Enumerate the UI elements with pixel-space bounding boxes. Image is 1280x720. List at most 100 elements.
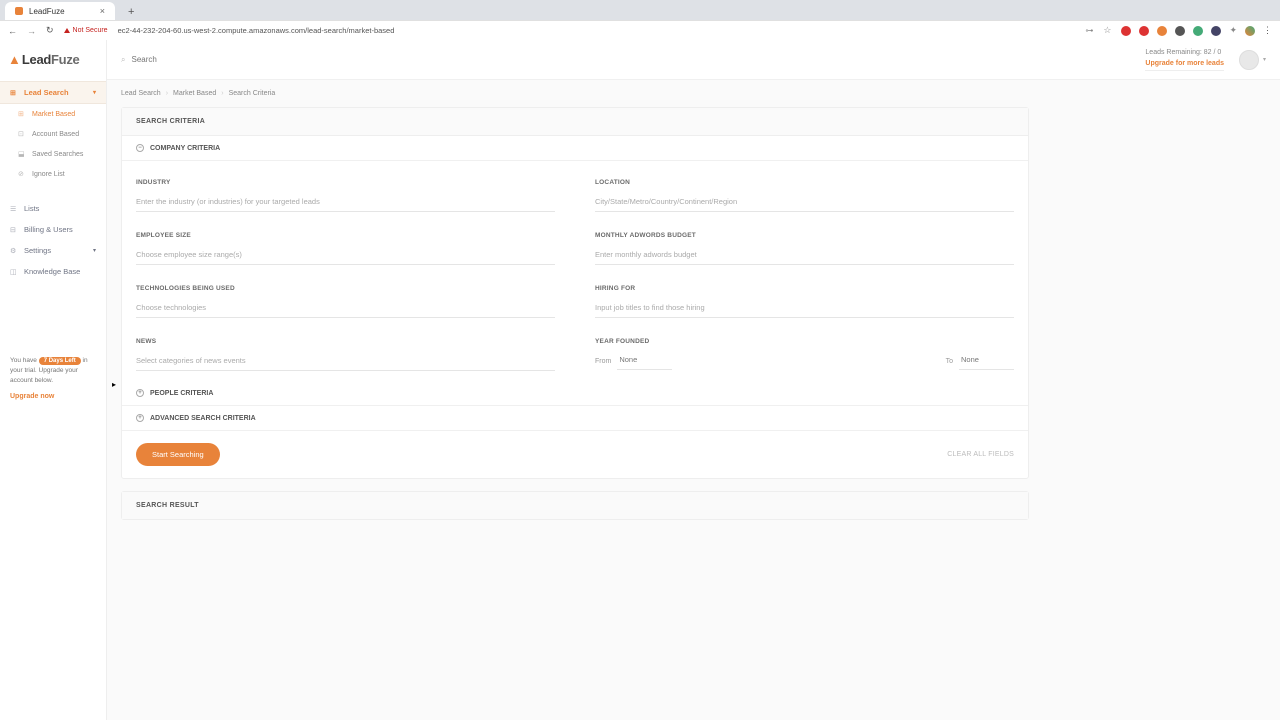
ext-icon[interactable] <box>1193 26 1203 36</box>
ext-icon[interactable] <box>1175 26 1185 36</box>
section-company-criteria[interactable]: − COMPANY CRITERIA <box>122 136 1028 161</box>
tab-close-icon[interactable]: × <box>100 6 105 16</box>
sidebar-item-billing[interactable]: ⊟ Billing & Users <box>0 219 106 240</box>
ignore-icon: ⊘ <box>18 170 26 178</box>
field-hiring: HIRING FOR <box>595 285 1014 318</box>
sidebar-item-saved-searches[interactable]: ⬓ Saved Searches <box>0 144 106 164</box>
sidebar-item-knowledge[interactable]: ◫ Knowledge Base <box>0 261 106 282</box>
breadcrumb-item[interactable]: Market Based <box>173 90 216 97</box>
leads-remaining: Leads Remaining: 82 / 0 Upgrade for more… <box>1145 49 1224 71</box>
save-icon: ⬓ <box>18 150 26 158</box>
ext-icon[interactable] <box>1121 26 1131 36</box>
chevron-right-icon: › <box>221 90 223 97</box>
sidebar: ▲ LeadFuze ⊞ Lead Search ▾ ⊞ Market Base… <box>0 40 107 720</box>
top-bar: ⌕ Leads Remaining: 82 / 0 Upgrade for mo… <box>107 40 1280 80</box>
breadcrumb: Lead Search › Market Based › Search Crit… <box>121 90 1266 97</box>
forward-button[interactable]: → <box>27 26 36 36</box>
search-input[interactable] <box>131 55 1145 64</box>
field-adwords: MONTHLY ADWORDS BUDGET <box>595 232 1014 265</box>
upgrade-now-link[interactable]: Upgrade now <box>10 392 96 403</box>
billing-icon: ⊟ <box>10 226 18 234</box>
year-to-select[interactable]: None <box>959 353 1014 370</box>
global-search: ⌕ <box>121 55 1145 65</box>
key-icon[interactable]: ⊶ <box>1085 26 1093 35</box>
extensions-icon[interactable]: ✦ <box>1229 25 1237 36</box>
reload-button[interactable]: ↻ <box>46 25 54 36</box>
panel-title: SEARCH RESULT <box>122 492 1028 519</box>
industry-input[interactable] <box>136 194 555 212</box>
search-result-panel: SEARCH RESULT <box>121 491 1029 520</box>
menu-icon[interactable]: ⋮ <box>1263 25 1272 36</box>
search-icon: ⊞ <box>10 89 18 97</box>
back-button[interactable]: ← <box>8 26 17 36</box>
market-icon: ⊞ <box>18 110 26 118</box>
new-tab-button[interactable]: + <box>123 4 139 20</box>
logo[interactable]: ▲ LeadFuze <box>0 40 106 77</box>
ext-icon[interactable] <box>1157 26 1167 36</box>
news-input[interactable] <box>136 353 555 371</box>
lists-icon: ☰ <box>10 205 18 213</box>
user-menu[interactable]: ▾ <box>1239 50 1266 70</box>
gear-icon: ⚙ <box>10 247 18 255</box>
adwords-input[interactable] <box>595 247 1014 265</box>
chevron-down-icon: ▾ <box>93 247 96 254</box>
url-field[interactable]: ec2-44-232-204-60.us-west-2.compute.amaz… <box>118 26 1076 35</box>
app-shell: ▲ LeadFuze ⊞ Lead Search ▾ ⊞ Market Base… <box>0 40 1280 720</box>
field-industry: INDUSTRY <box>136 179 555 212</box>
sidebar-item-settings[interactable]: ⚙ Settings ▾ <box>0 240 106 261</box>
section-advanced-criteria[interactable]: + ADVANCED SEARCH CRITERIA <box>122 406 1028 430</box>
panel-title: SEARCH CRITERIA <box>122 108 1028 136</box>
book-icon: ◫ <box>10 268 18 276</box>
favicon <box>15 7 23 15</box>
ext-icon[interactable] <box>1211 26 1221 36</box>
collapse-icon: − <box>136 144 144 152</box>
warning-icon <box>64 28 70 33</box>
browser-tab[interactable]: LeadFuze × <box>5 2 115 20</box>
trial-notice: You have 7 Days Left in your trial. Upgr… <box>0 348 106 410</box>
field-location: LOCATION <box>595 179 1014 212</box>
section-people-criteria[interactable]: + PEOPLE CRITERIA <box>122 381 1028 406</box>
start-searching-button[interactable]: Start Searching <box>136 443 220 466</box>
chevron-down-icon: ▾ <box>93 89 96 96</box>
sidebar-item-market-based[interactable]: ⊞ Market Based <box>0 104 106 124</box>
field-year-founded: YEAR FOUNDED From None To None <box>595 338 1014 371</box>
sidebar-item-account-based[interactable]: ⊡ Account Based <box>0 124 106 144</box>
tabs-bar: LeadFuze × + <box>0 0 1280 20</box>
cursor-icon: ▸ <box>112 380 116 389</box>
breadcrumb-item[interactable]: Lead Search <box>121 90 161 97</box>
chevron-down-icon: ▾ <box>1263 56 1266 63</box>
field-news: NEWS <box>136 338 555 371</box>
company-criteria-body: INDUSTRY LOCATION EMPLOYEE SIZE MONTHLY … <box>122 161 1028 381</box>
year-from-select[interactable]: None <box>617 353 672 370</box>
clear-all-link[interactable]: CLEAR ALL FIELDS <box>947 451 1014 458</box>
search-criteria-panel: SEARCH CRITERIA − COMPANY CRITERIA INDUS… <box>121 107 1029 479</box>
ext-icon[interactable] <box>1139 26 1149 36</box>
extensions-bar: ✦ ⋮ <box>1121 25 1272 36</box>
location-input[interactable] <box>595 194 1014 212</box>
field-employee-size: EMPLOYEE SIZE <box>136 232 555 265</box>
address-bar: ← → ↻ Not Secure ec2-44-232-204-60.us-we… <box>0 20 1280 40</box>
expand-icon: + <box>136 389 144 397</box>
breadcrumb-item: Search Criteria <box>229 90 276 97</box>
employee-size-input[interactable] <box>136 247 555 265</box>
profile-icon[interactable] <box>1245 26 1255 36</box>
avatar <box>1239 50 1259 70</box>
tab-title: LeadFuze <box>29 7 65 16</box>
actions-row: Start Searching CLEAR ALL FIELDS <box>122 430 1028 478</box>
sidebar-item-ignore-list[interactable]: ⊘ Ignore List <box>0 164 106 184</box>
chevron-right-icon: › <box>166 90 168 97</box>
trial-badge: 7 Days Left <box>39 357 81 365</box>
security-indicator[interactable]: Not Secure <box>64 27 108 34</box>
sidebar-item-lead-search[interactable]: ⊞ Lead Search ▾ <box>0 81 106 104</box>
upgrade-more-link[interactable]: Upgrade for more leads <box>1145 60 1224 67</box>
account-icon: ⊡ <box>18 130 26 138</box>
sidebar-item-lists[interactable]: ☰ Lists <box>0 198 106 219</box>
expand-icon: + <box>136 414 144 422</box>
browser-chrome: LeadFuze × + ← → ↻ Not Secure ec2-44-232… <box>0 0 1280 40</box>
hiring-input[interactable] <box>595 300 1014 318</box>
content: Lead Search › Market Based › Search Crit… <box>107 80 1280 720</box>
technologies-input[interactable] <box>136 300 555 318</box>
bookmark-star-icon[interactable]: ☆ <box>1103 25 1111 36</box>
main-panel: ⌕ Leads Remaining: 82 / 0 Upgrade for mo… <box>107 40 1280 720</box>
search-icon: ⌕ <box>121 55 125 65</box>
